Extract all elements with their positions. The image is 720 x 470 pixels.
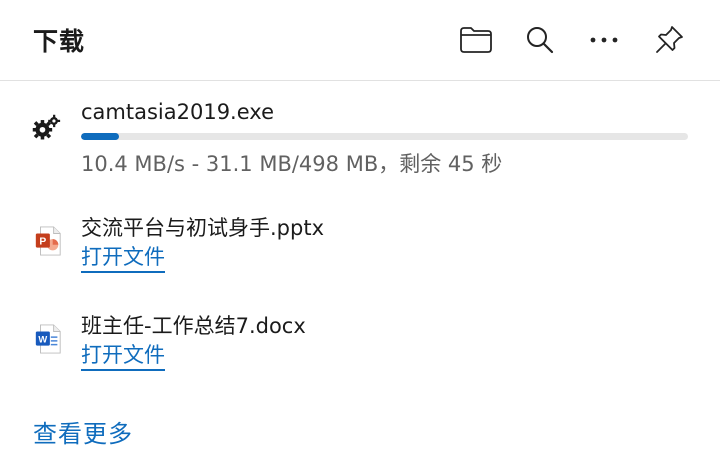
folder-icon [460, 27, 492, 53]
search-icon [527, 27, 554, 54]
open-file-link[interactable]: 打开文件 [81, 244, 165, 273]
more-options-button[interactable] [584, 20, 624, 60]
download-progress-fill [81, 133, 119, 140]
open-downloads-folder-button[interactable] [456, 20, 496, 60]
downloads-panel: 下载 camtasia2019.exe 10.4 MB/s - 31.1 MB/… [0, 0, 720, 470]
downloads-header: 下载 [0, 0, 720, 81]
more-icon [590, 37, 618, 43]
svg-text:W: W [38, 334, 47, 344]
download-status-text: 10.4 MB/s - 31.1 MB/498 MB，剩余 45 秒 [81, 152, 503, 176]
panel-title: 下载 [33, 27, 86, 56]
pin-panel-button[interactable] [649, 20, 689, 60]
exe-gears-icon [32, 114, 61, 140]
download-progress-bar [81, 133, 688, 140]
download-file-name: camtasia2019.exe [81, 100, 274, 124]
open-file-link[interactable]: 打开文件 [81, 342, 165, 371]
download-file-name: 交流平台与初试身手.pptx [81, 216, 324, 240]
search-downloads-button[interactable] [520, 20, 560, 60]
word-icon: W [35, 324, 61, 354]
powerpoint-icon: P [35, 226, 61, 256]
see-more-link[interactable]: 查看更多 [33, 414, 133, 449]
pin-icon [656, 26, 683, 53]
download-file-name: 班主任-工作总结7.docx [81, 314, 306, 338]
svg-text:P: P [39, 236, 46, 247]
